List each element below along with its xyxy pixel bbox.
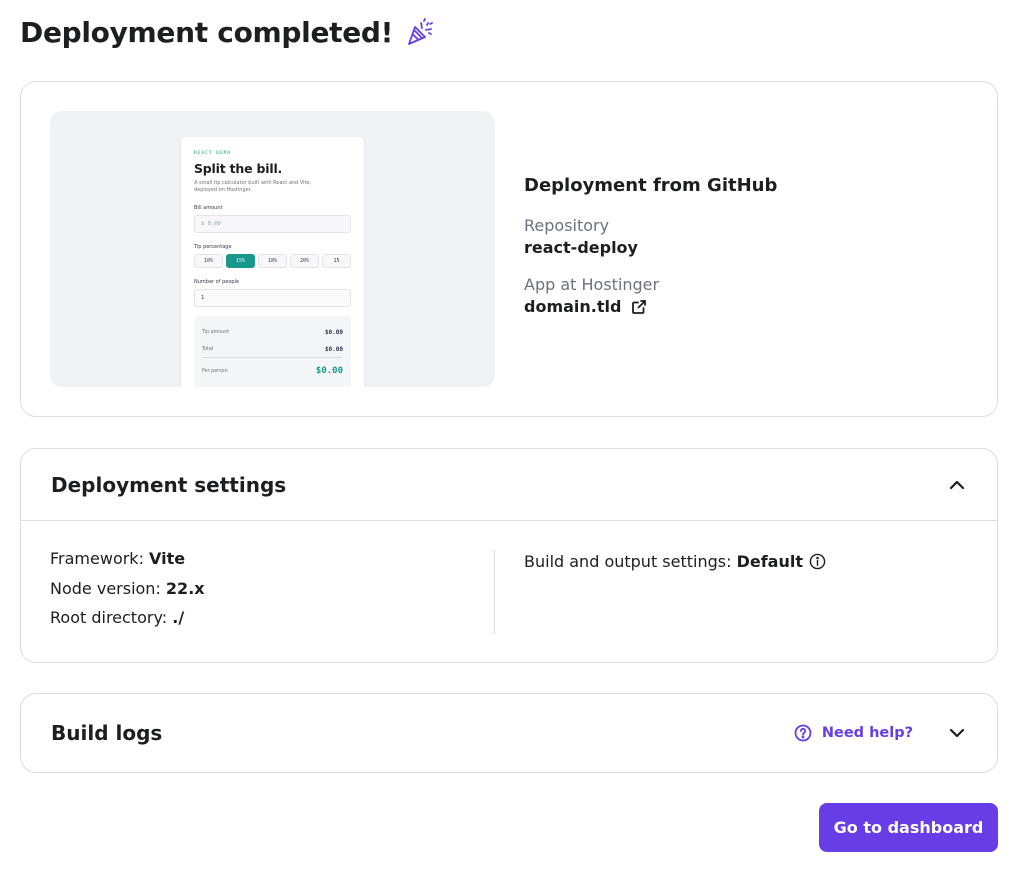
preview-heading: Split the bill. — [194, 161, 283, 176]
preview-tip-option-active: 15% — [226, 254, 255, 268]
node-version-setting: Node version: 22.x — [50, 579, 205, 609]
app-preview: REACT DEMO Split the bill. A small tip c… — [50, 111, 495, 387]
external-link-icon[interactable] — [631, 299, 647, 315]
preview-tip-options: 10% 15% 18% 20% 15 — [194, 254, 351, 268]
preview-total-label: Total — [202, 346, 214, 352]
deployment-card: REACT DEMO Split the bill. A small tip c… — [20, 81, 998, 417]
preview-subtitle: A small tip calculator built with React … — [194, 180, 312, 193]
build-logs-title: Build logs — [51, 721, 163, 745]
page-title: Deployment completed! — [20, 15, 394, 49]
settings-left-column: Framework: Vite Node version: 22.x Root … — [50, 549, 205, 638]
preview-summary-row: Total $0.00 — [202, 341, 343, 358]
go-to-dashboard-button[interactable]: Go to dashboard — [819, 803, 998, 852]
preview-app-card: REACT DEMO Split the bill. A small tip c… — [181, 137, 364, 387]
root-directory-label: Root directory: — [50, 608, 173, 627]
preview-tip-amount-value: $0.00 — [324, 329, 343, 336]
section-divider — [21, 520, 997, 521]
preview-tip-option: 10% — [194, 254, 223, 268]
preview-people-label: Number of people — [194, 279, 240, 285]
page-header: Deployment completed! — [20, 14, 435, 50]
preview-tip-option: 15 — [322, 254, 351, 268]
build-output-label: Build and output settings: — [524, 552, 737, 571]
preview-tip-amount-label: Tip amount — [202, 330, 230, 335]
framework-setting: Framework: Vite — [50, 549, 205, 579]
app-domain[interactable]: domain.tld — [524, 297, 621, 316]
app-link[interactable]: domain.tld — [524, 297, 777, 316]
build-logs-card: Build logs Need help? — [20, 693, 998, 773]
preview-people-field: 1 — [194, 289, 351, 307]
chevron-up-icon[interactable] — [947, 475, 967, 495]
chevron-down-icon[interactable] — [947, 723, 967, 743]
need-help-link[interactable]: Need help? — [794, 724, 913, 742]
build-output-value: Default — [736, 552, 803, 571]
repository-name: react-deploy — [524, 238, 638, 257]
app-label: App at Hostinger — [524, 275, 660, 294]
preview-tip-option: 20% — [290, 254, 319, 268]
repository-value: react-deploy — [524, 238, 777, 257]
deployment-settings-title: Deployment settings — [51, 473, 287, 497]
framework-label: Framework: — [50, 549, 150, 568]
root-directory-setting: Root directory: ./ — [50, 608, 205, 638]
build-logs-header[interactable]: Build logs Need help? — [21, 694, 997, 772]
preview-tip-label: Tip percentage — [194, 244, 232, 250]
framework-value: Vite — [149, 549, 186, 568]
preview-bill-field: $ 0.00 — [194, 215, 351, 233]
preview-tip-option: 18% — [258, 254, 287, 268]
build-output-setting: Build and output settings: Default — [524, 547, 826, 576]
preview-summary-row: Tip amount $0.00 — [202, 324, 343, 341]
party-popper-icon — [408, 18, 434, 45]
preview-summary-row: Per person $0.00 — [202, 358, 343, 384]
preview-bill-label: Bill amount — [194, 205, 223, 211]
preview-total-value: $0.00 — [324, 345, 343, 353]
deployment-settings-header[interactable]: Deployment settings — [21, 449, 997, 521]
build-logs-actions: Need help? — [794, 723, 967, 743]
root-directory-value: ./ — [172, 608, 185, 627]
preview-eyebrow: REACT DEMO — [194, 151, 232, 156]
preview-per-person-value: $0.00 — [315, 366, 343, 376]
deployment-heading: Deployment from GitHub — [524, 175, 778, 196]
info-icon[interactable] — [809, 553, 826, 570]
node-version-value: 22.x — [165, 578, 205, 598]
deployment-info: Deployment from GitHub Repository react-… — [524, 175, 777, 316]
deployment-settings-card: Deployment settings Framework: Vite Node… — [20, 448, 998, 663]
node-version-label: Node version: — [50, 578, 166, 598]
repository-label: Repository — [524, 216, 610, 235]
help-circle-icon[interactable] — [794, 724, 812, 742]
preview-summary: Tip amount $0.00 Total $0.00 Per person … — [194, 316, 351, 387]
preview-per-person-label: Per person — [202, 368, 228, 374]
column-divider — [494, 550, 495, 634]
need-help-label[interactable]: Need help? — [822, 725, 913, 741]
